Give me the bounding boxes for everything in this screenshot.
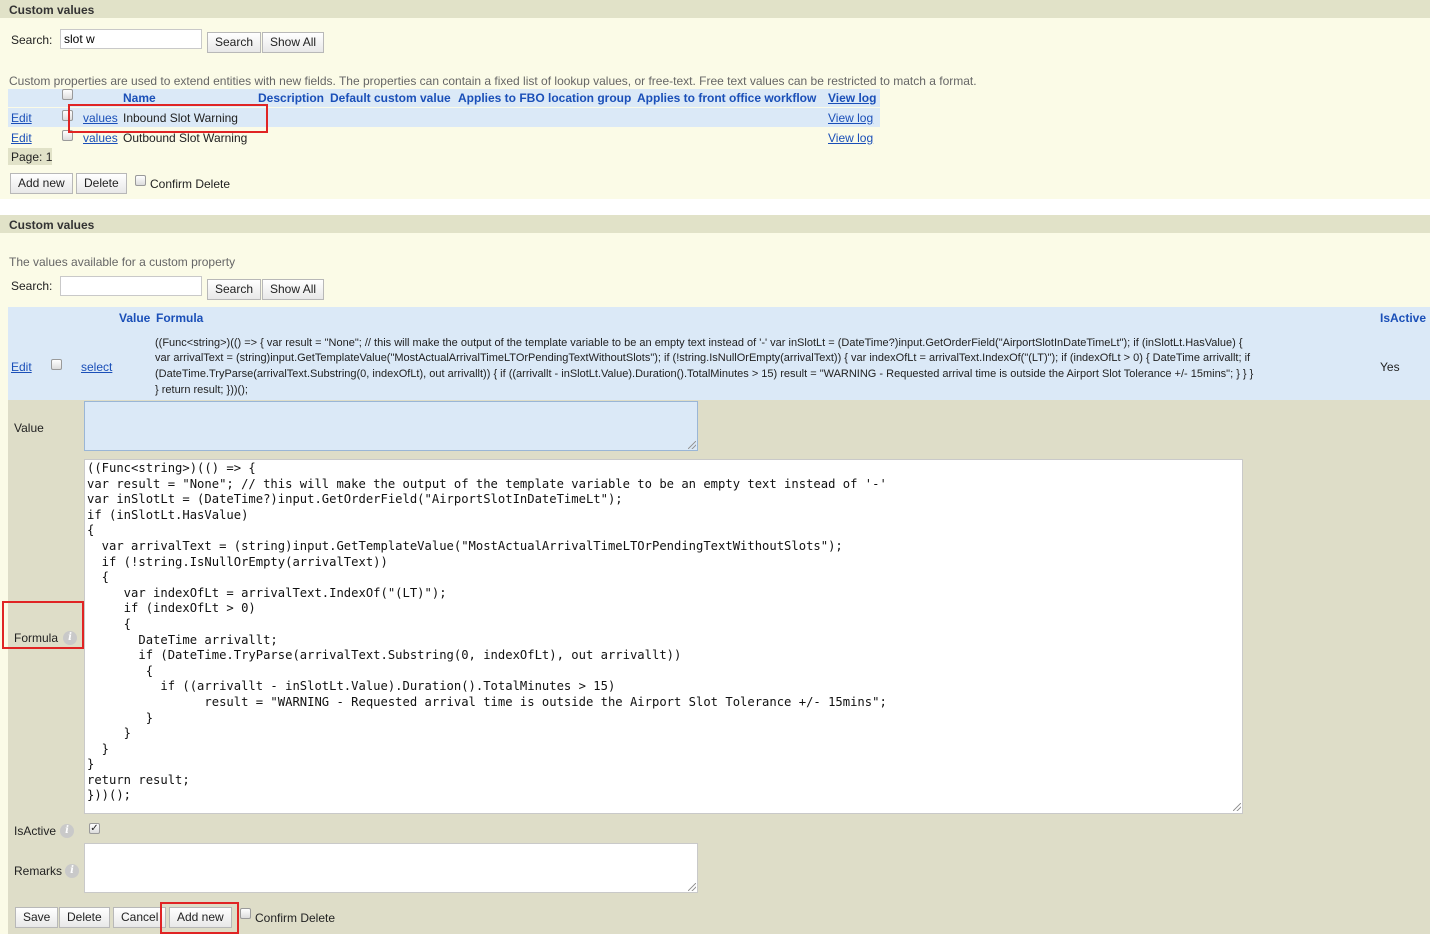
cancel-button[interactable]: Cancel [113,907,167,928]
search-label: Search: [11,33,53,47]
formula-editor[interactable]: ((Func<string>)(() => { var result = "No… [84,459,1243,814]
custom-values-panel: Custom values The values available for a… [0,215,1430,934]
values-search-input[interactable] [60,276,202,296]
resize-handle-icon[interactable] [1233,803,1241,811]
confirm-delete-checkbox[interactable] [135,175,146,186]
column-value: Value [119,311,151,325]
search-label: Search: [11,279,53,293]
delete-button[interactable]: Delete [59,907,110,928]
panel-subtitle: The values available for a custom proper… [9,255,236,269]
row-checkbox[interactable] [51,359,62,370]
formula-preview-line: (DateTime.TryParse(arrivalText.Substring… [155,368,1254,380]
edit-link[interactable]: Edit [11,131,32,145]
column-default-custom-value[interactable]: Default custom value [330,91,451,105]
column-description[interactable]: Description [258,91,324,105]
remarks-textarea[interactable] [84,843,698,893]
confirm-delete-label: Confirm Delete [150,177,231,191]
highlight-box [160,902,239,934]
resize-handle-icon[interactable] [688,883,696,891]
info-icon[interactable]: i [65,864,79,878]
edit-form: Value Formula i ((Func<string>)(() => { … [2,400,1430,934]
show-all-button[interactable]: Show All [262,279,325,300]
select-link[interactable]: select [81,360,112,374]
column-name[interactable]: Name [123,91,156,105]
value-textarea[interactable] [84,401,698,451]
confirm-delete-label: Confirm Delete [255,911,336,925]
info-icon[interactable]: i [60,824,74,838]
confirm-delete-checkbox[interactable] [240,908,251,919]
column-applies-fbo[interactable]: Applies to FBO location group [458,91,631,105]
resize-handle-icon[interactable] [688,441,696,449]
formula-preview-line: } return result; }))(); [155,384,248,396]
pager: Page: 1 [8,148,52,165]
values-table-header: Value Formula IsActive [8,307,1430,334]
is-active-value: Yes [1380,360,1400,374]
search-button[interactable]: Search [207,279,262,300]
search-input[interactable] [60,29,202,49]
row-name: Outbound Slot Warning [123,131,248,145]
remarks-label: Remarks [14,864,63,878]
view-log-link[interactable]: View log [828,111,873,125]
column-applies-workflow[interactable]: Applies to front office workflow [637,91,816,105]
values-link[interactable]: values [83,131,118,145]
table-row: Edit select ((Func<string>)(() => { var … [8,334,1430,400]
is-active-checkbox[interactable]: ✓ [89,823,100,834]
panel-title: Custom values [0,215,1430,233]
show-all-button[interactable]: Show All [262,32,325,53]
formula-preview-line: ((Func<string>)(() => { var result = "No… [155,337,1243,349]
panel-description: Custom properties are used to extend ent… [9,74,977,88]
highlight-box [2,601,84,649]
select-all-checkbox[interactable] [62,89,73,100]
page-label: Page: 1 [11,150,53,164]
is-active-label: IsActive [14,824,57,838]
panel-title: Custom values [0,0,1430,18]
formula-preview-line: var arrivalText = (string)input.GetTempl… [155,352,1251,364]
column-is-active: IsActive [1380,311,1427,325]
column-formula: Formula [156,311,204,325]
edit-link[interactable]: Edit [11,111,32,125]
add-new-button[interactable]: Add new [10,173,73,194]
save-button[interactable]: Save [15,907,59,928]
custom-properties-panel: Custom values Search: Search Show All Cu… [0,0,1430,199]
delete-button[interactable]: Delete [76,173,127,194]
value-label: Value [14,421,44,435]
edit-link[interactable]: Edit [11,360,32,374]
column-view-log[interactable]: View log [828,91,876,105]
view-log-link[interactable]: View log [828,131,873,145]
highlight-box [68,104,268,133]
search-button[interactable]: Search [207,32,262,53]
